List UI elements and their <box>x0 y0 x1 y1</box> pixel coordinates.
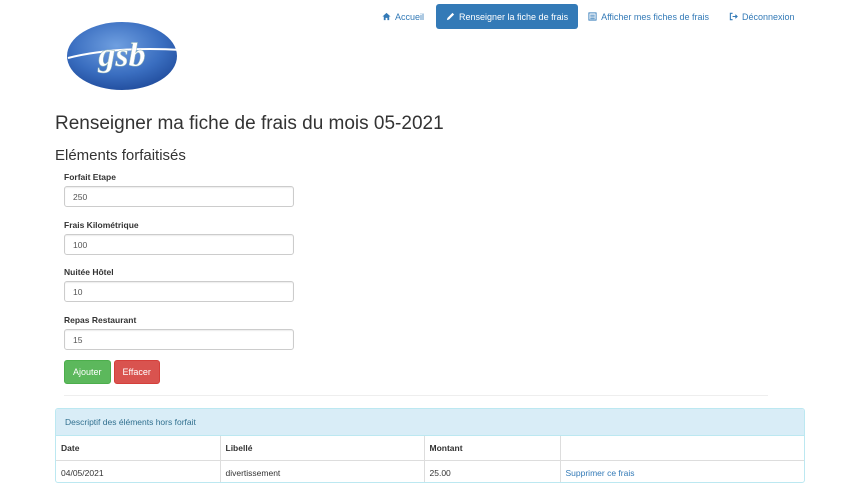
field-forfait-etape: Forfait Etape 250 <box>64 171 296 219</box>
logo-text: gsb <box>97 37 145 74</box>
panel-heading: Descriptif des éléments hors forfait <box>56 409 804 436</box>
cell-libelle: divertissement <box>219 460 424 482</box>
gsb-logo: gsb <box>66 18 184 97</box>
field-nuitee-hotel: Nuitée Hôtel 10 <box>64 266 296 314</box>
nav-afficher-label: Afficher mes fiches de frais <box>601 11 709 22</box>
table-header-row: Date Libellé Montant <box>56 436 804 461</box>
top-nav: Accueil Renseigner la fiche de frais Aff… <box>372 4 805 29</box>
cell-montant: 25.00 <box>423 460 560 482</box>
list-icon <box>588 12 597 21</box>
delete-expense-link[interactable]: Supprimer ce frais <box>559 460 804 482</box>
field-frais-km: Frais Kilométrique 100 <box>64 219 296 267</box>
clear-button[interactable]: Effacer <box>113 360 160 384</box>
nav-renseigner-label: Renseigner la fiche de frais <box>459 11 569 22</box>
frais-km-input[interactable]: 100 <box>64 233 294 255</box>
column-header-libelle: Libellé <box>219 436 424 461</box>
form-buttons: Ajouter Effacer <box>64 360 160 384</box>
cell-date: 04/05/2021 <box>61 468 104 478</box>
add-button[interactable]: Ajouter <box>64 360 111 384</box>
pencil-icon <box>446 12 455 21</box>
divider <box>64 395 768 396</box>
page-title: Renseigner ma fiche de frais du mois 05-… <box>55 113 444 134</box>
field-label: Repas Restaurant <box>64 314 137 325</box>
column-header-date: Date <box>56 436 220 461</box>
forfait-form: Forfait Etape 250 Frais Kilométrique 100… <box>64 171 296 361</box>
nav-renseigner[interactable]: Renseigner la fiche de frais <box>436 4 579 29</box>
nav-afficher[interactable]: Afficher mes fiches de frais <box>578 4 719 29</box>
column-header-action <box>559 436 804 461</box>
hors-forfait-table: Date Libellé Montant 04/05/2021 divertis… <box>56 436 804 482</box>
table-row: 04/05/2021 divertissement 25.00 Supprime… <box>56 460 804 482</box>
field-label: Frais Kilométrique <box>64 219 139 230</box>
nuitee-hotel-input[interactable]: 10 <box>64 281 294 302</box>
nav-accueil[interactable]: Accueil <box>372 4 434 29</box>
forfait-etape-input[interactable]: 250 <box>64 186 294 207</box>
field-repas-restaurant: Repas Restaurant 15 <box>64 314 296 362</box>
forfait-section-title: Eléments forfaitisés <box>55 147 186 164</box>
field-label: Forfait Etape <box>64 172 116 182</box>
column-header-montant: Montant <box>423 436 560 461</box>
home-icon <box>382 12 391 21</box>
repas-restaurant-input[interactable]: 15 <box>64 328 294 350</box>
field-label: Nuitée Hôtel <box>64 267 114 277</box>
nav-accueil-label: Accueil <box>395 11 425 22</box>
nav-deconnexion-label: Déconnexion <box>741 11 795 22</box>
nav-deconnexion[interactable]: Déconnexion <box>719 4 805 29</box>
hors-forfait-panel: Descriptif des éléments hors forfait Dat… <box>55 408 805 483</box>
logout-icon <box>729 12 738 21</box>
